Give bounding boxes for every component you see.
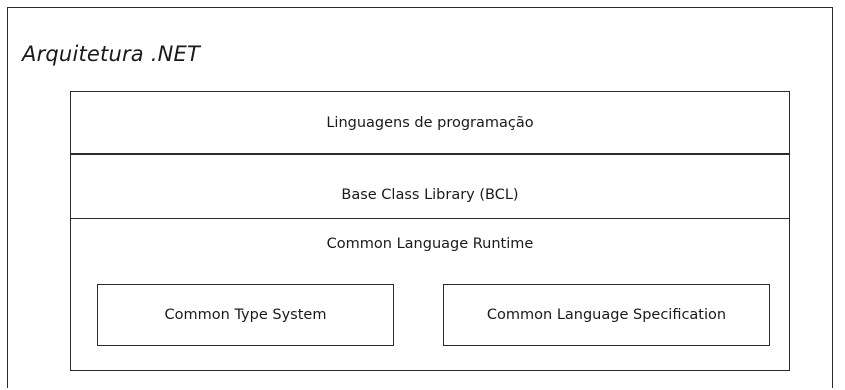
clr-layer-label: Common Language Runtime [326,236,534,252]
languages-layer-label: Linguagens de programação [326,115,534,131]
cts-box-label: Common Type System [164,307,327,323]
cls-box: Common Language Specification [443,284,770,346]
diagram-title: Arquitetura .NET [22,42,201,66]
cls-box-label: Common Language Specification [486,307,727,323]
languages-layer: Linguagens de programação [70,91,790,155]
bcl-layer-label: Base Class Library (BCL) [341,187,519,203]
bcl-layer: Base Class Library (BCL) [70,154,790,219]
clr-layer: Common Language Runtime Common Type Syst… [70,218,790,371]
cts-box: Common Type System [97,284,394,346]
